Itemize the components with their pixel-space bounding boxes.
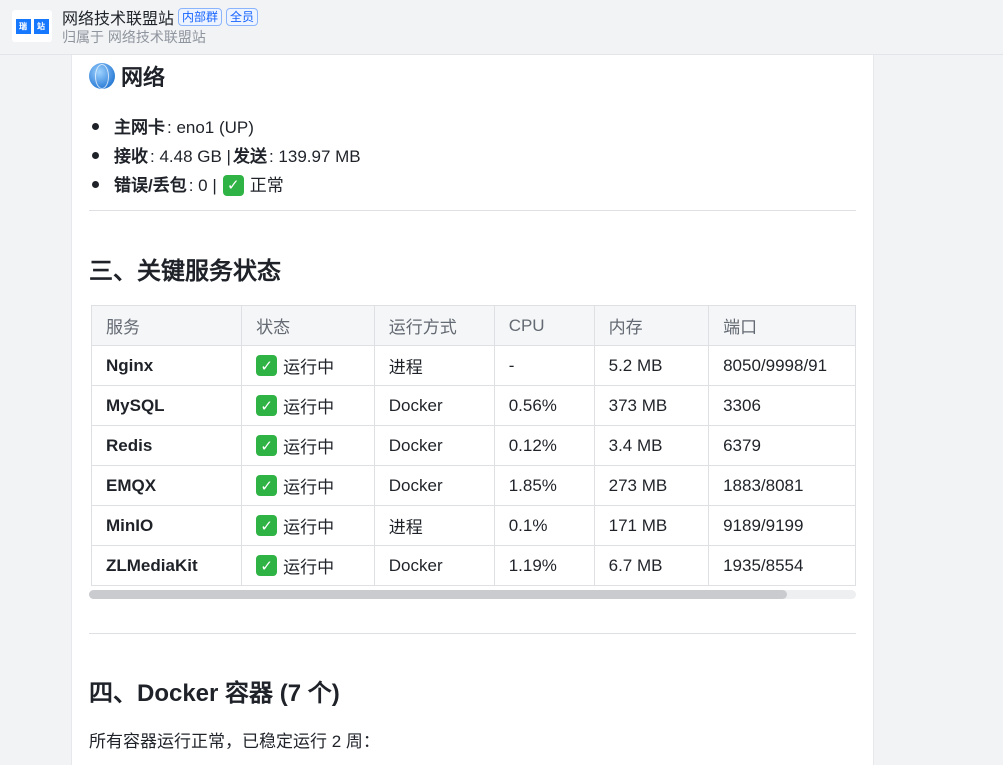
docker-heading: 四、Docker 容器 (7 个) bbox=[89, 680, 340, 707]
service-cpu: - bbox=[493, 345, 595, 386]
group-title[interactable]: 网络技术联盟站 bbox=[62, 5, 174, 29]
service-memory: 273 MB bbox=[593, 465, 710, 506]
globe-icon bbox=[89, 63, 115, 89]
group-avatar[interactable]: 瑞 站 bbox=[12, 10, 52, 42]
column-header[interactable]: 运行方式 bbox=[373, 305, 495, 346]
service-mode: Docker bbox=[373, 385, 495, 426]
docker-summary: 所有容器运行正常，已稳定运行 2 周： bbox=[89, 732, 380, 751]
list-item: 接收: 4.48 GB | 发送: 139.97 MB bbox=[89, 142, 361, 171]
nic-value: : eno1 (UP) bbox=[167, 117, 254, 137]
list-item: 错误/丢包: 0 | ✓ 正常 bbox=[89, 171, 361, 200]
status-text: 运行中 bbox=[283, 438, 335, 457]
table-row: MinIO ✓ 运行中 进程 0.1% 171 MB 9189/9199 bbox=[90, 505, 856, 546]
services-table: 服务 状态 运行方式 CPU 内存 端口 Nginx ✓ 运行中 进程 - 5.2… bbox=[90, 305, 856, 586]
column-header[interactable]: 服务 bbox=[90, 305, 243, 346]
service-memory: 373 MB bbox=[593, 385, 710, 426]
check-mark-icon: ✓ bbox=[256, 515, 278, 536]
tx-label: 发送 bbox=[232, 146, 267, 166]
check-mark-icon: ✓ bbox=[256, 355, 278, 376]
check-mark-icon: ✓ bbox=[256, 395, 278, 416]
service-status: ✓ 运行中 bbox=[241, 345, 375, 386]
nic-label: 主网卡 bbox=[114, 117, 165, 137]
service-memory: 5.2 MB bbox=[593, 345, 710, 386]
service-port: 1883/8081 bbox=[708, 465, 856, 506]
tx-value: : 139.97 MB bbox=[268, 146, 361, 166]
table-row: ZLMediaKit ✓ 运行中 Docker 1.19% 6.7 MB 1935… bbox=[90, 545, 856, 586]
message-card: 网络 主网卡: eno1 (UP) 接收: 4.48 GB | 发送: 139.… bbox=[71, 55, 874, 765]
chat-header: 瑞 站 网络技术联盟站 内部群 全员 归属于 网络技术联盟站 bbox=[0, 0, 1003, 55]
check-mark-icon: ✓ bbox=[256, 435, 278, 456]
tag-all-members[interactable]: 全员 bbox=[226, 8, 259, 26]
divider bbox=[89, 633, 856, 634]
network-list: 主网卡: eno1 (UP) 接收: 4.48 GB | 发送: 139.97 … bbox=[89, 113, 361, 200]
avatar-char: 站 bbox=[33, 18, 49, 34]
service-mode: Docker bbox=[373, 425, 495, 466]
scrollbar-thumb[interactable] bbox=[89, 590, 787, 599]
error-value: : 0 | bbox=[188, 175, 217, 195]
table-row: EMQX ✓ 运行中 Docker 1.85% 273 MB 1883/8081 bbox=[90, 465, 856, 506]
status-text: 运行中 bbox=[283, 558, 335, 577]
service-status: ✓ 运行中 bbox=[241, 505, 375, 546]
column-header[interactable]: CPU bbox=[493, 305, 595, 346]
error-status: 正常 bbox=[249, 175, 284, 195]
service-name: MinIO bbox=[90, 505, 243, 546]
column-header[interactable]: 端口 bbox=[708, 305, 856, 346]
divider bbox=[89, 210, 856, 211]
title-row: 网络技术联盟站 内部群 全员 bbox=[62, 5, 259, 29]
table-row: MySQL ✓ 运行中 Docker 0.56% 373 MB 3306 bbox=[90, 385, 856, 426]
service-mode: Docker bbox=[373, 465, 495, 506]
service-status: ✓ 运行中 bbox=[241, 385, 375, 426]
service-cpu: 0.1% bbox=[493, 505, 595, 546]
service-memory: 171 MB bbox=[593, 505, 710, 546]
service-port: 3306 bbox=[708, 385, 856, 426]
table-header-row: 服务 状态 运行方式 CPU 内存 端口 bbox=[90, 305, 856, 346]
check-mark-icon: ✓ bbox=[222, 175, 244, 196]
service-mode: 进程 bbox=[373, 345, 495, 386]
service-port: 6379 bbox=[708, 425, 856, 466]
service-name: MySQL bbox=[90, 385, 243, 426]
service-memory: 3.4 MB bbox=[593, 425, 710, 466]
service-port: 1935/8554 bbox=[708, 545, 856, 586]
network-heading: 网络 bbox=[89, 60, 165, 92]
service-cpu: 0.12% bbox=[493, 425, 595, 466]
services-table-scroll[interactable]: 服务 状态 运行方式 CPU 内存 端口 Nginx ✓ 运行中 进程 - 5.2… bbox=[89, 305, 856, 587]
service-name: ZLMediaKit bbox=[90, 545, 243, 586]
horizontal-scrollbar[interactable] bbox=[89, 590, 856, 599]
status-text: 运行中 bbox=[283, 358, 335, 377]
column-header[interactable]: 状态 bbox=[241, 305, 375, 346]
service-mode: 进程 bbox=[373, 505, 495, 546]
group-subtitle: 归属于 网络技术联盟站 bbox=[62, 29, 206, 45]
status-text: 运行中 bbox=[283, 518, 335, 537]
service-cpu: 0.56% bbox=[493, 385, 595, 426]
service-status: ✓ 运行中 bbox=[241, 545, 375, 586]
service-port: 8050/9998/91 bbox=[708, 345, 856, 386]
table-row: Redis ✓ 运行中 Docker 0.12% 3.4 MB 6379 bbox=[90, 425, 856, 466]
service-cpu: 1.19% bbox=[493, 545, 595, 586]
tag-internal-group[interactable]: 内部群 bbox=[178, 8, 223, 26]
column-header[interactable]: 内存 bbox=[593, 305, 710, 346]
services-heading: 三、关键服务状态 bbox=[89, 258, 281, 285]
status-text: 运行中 bbox=[283, 398, 335, 417]
service-memory: 6.7 MB bbox=[593, 545, 710, 586]
service-port: 9189/9199 bbox=[708, 505, 856, 546]
rx-label: 接收 bbox=[114, 146, 148, 166]
network-heading-text: 网络 bbox=[121, 65, 166, 90]
service-name: EMQX bbox=[90, 465, 243, 506]
service-cpu: 1.85% bbox=[493, 465, 595, 506]
service-name: Nginx bbox=[90, 345, 243, 386]
service-mode: Docker bbox=[373, 545, 495, 586]
check-mark-icon: ✓ bbox=[256, 475, 278, 496]
rx-value: : 4.48 GB | bbox=[150, 146, 231, 166]
service-status: ✓ 运行中 bbox=[241, 425, 375, 466]
list-item: 主网卡: eno1 (UP) bbox=[89, 113, 361, 142]
table-row: Nginx ✓ 运行中 进程 - 5.2 MB 8050/9998/91 bbox=[90, 345, 856, 386]
check-mark-icon: ✓ bbox=[256, 555, 278, 576]
service-status: ✓ 运行中 bbox=[241, 465, 375, 506]
status-text: 运行中 bbox=[283, 478, 335, 497]
error-label: 错误/丢包 bbox=[114, 175, 187, 195]
avatar-char: 瑞 bbox=[15, 18, 31, 34]
service-name: Redis bbox=[90, 425, 243, 466]
